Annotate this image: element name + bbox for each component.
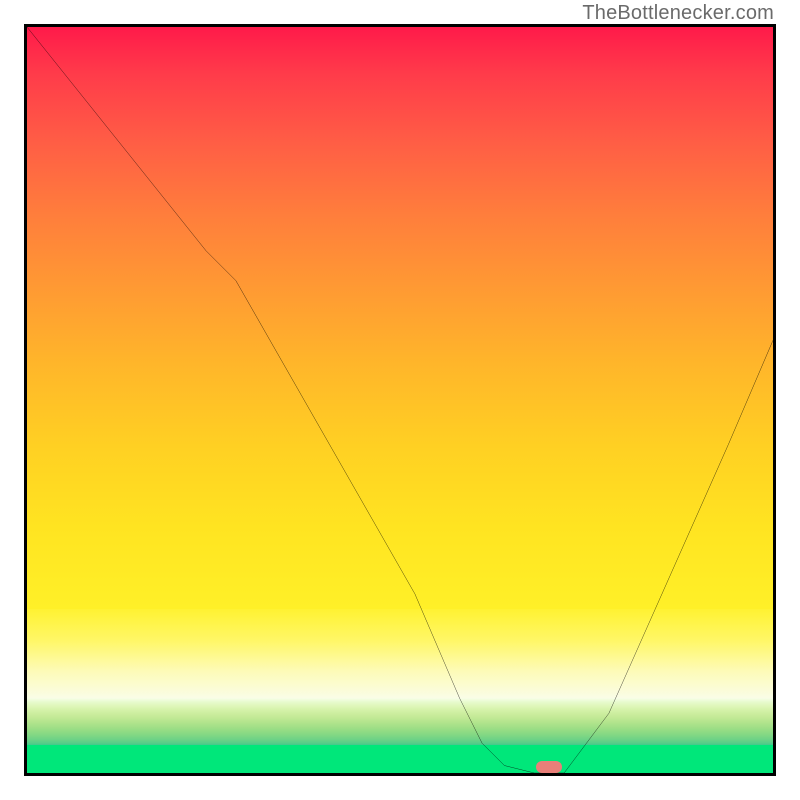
bottleneck-curve-path: [27, 27, 773, 773]
plot-area: [24, 24, 776, 776]
source-attribution: TheBottlenecker.com: [582, 2, 774, 25]
optimal-point-marker: [536, 761, 562, 773]
curve-svg: [27, 27, 773, 773]
chart-frame: TheBottlenecker.com: [0, 0, 800, 800]
